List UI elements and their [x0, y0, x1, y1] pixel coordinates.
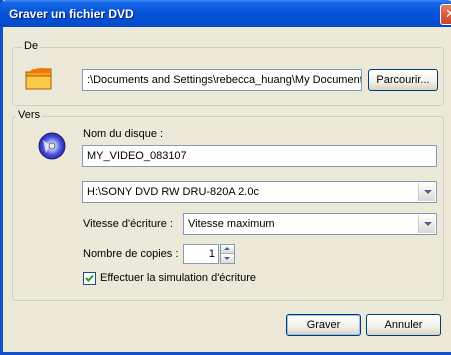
dvd-disc-icon [38, 132, 66, 160]
target-group-label: Vers [16, 109, 43, 121]
simulate-label[interactable]: Effectuer la simulation d'écriture [100, 272, 256, 284]
spin-up-arrow-icon[interactable] [221, 245, 234, 254]
browse-button[interactable]: Parcourir... [368, 69, 438, 91]
source-group-label: De [22, 40, 41, 52]
drive-select[interactable]: H:\SONY DVD RW DRU-820A 2.0c [82, 181, 437, 203]
burn-dvd-dialog: Graver un fichier DVD ✕ De :\Documents a… [0, 0, 451, 355]
speed-label: Vitesse d'écriture : [83, 218, 173, 230]
simulate-checkbox[interactable] [83, 272, 96, 285]
copies-label: Nombre de copies : [83, 248, 179, 260]
speed-dropdown-arrow-icon[interactable] [418, 215, 435, 233]
close-button[interactable]: ✕ [440, 4, 451, 25]
copies-spinner [220, 244, 235, 264]
speed-select-value: Vitesse maximum [188, 218, 275, 230]
source-path-field[interactable]: :\Documents and Settings\rebecca_huang\M… [82, 69, 362, 91]
drive-dropdown-arrow-icon[interactable] [418, 183, 435, 201]
window-title: Graver un fichier DVD [9, 7, 134, 21]
spin-down-arrow-icon[interactable] [221, 254, 234, 263]
disc-name-label: Nom du disque : [83, 128, 164, 140]
title-bar[interactable]: Graver un fichier DVD ✕ [0, 0, 451, 27]
checkmark-icon [85, 274, 94, 282]
disc-name-input[interactable]: MY_VIDEO_083107 [82, 145, 437, 167]
copies-input[interactable]: 1 [183, 244, 219, 264]
drive-select-value: H:\SONY DVD RW DRU-820A 2.0c [87, 186, 259, 198]
speed-select[interactable]: Vitesse maximum [183, 213, 437, 235]
folder-icon [25, 67, 52, 90]
burn-button[interactable]: Graver [286, 314, 361, 336]
cancel-button[interactable]: Annuler [366, 314, 441, 336]
